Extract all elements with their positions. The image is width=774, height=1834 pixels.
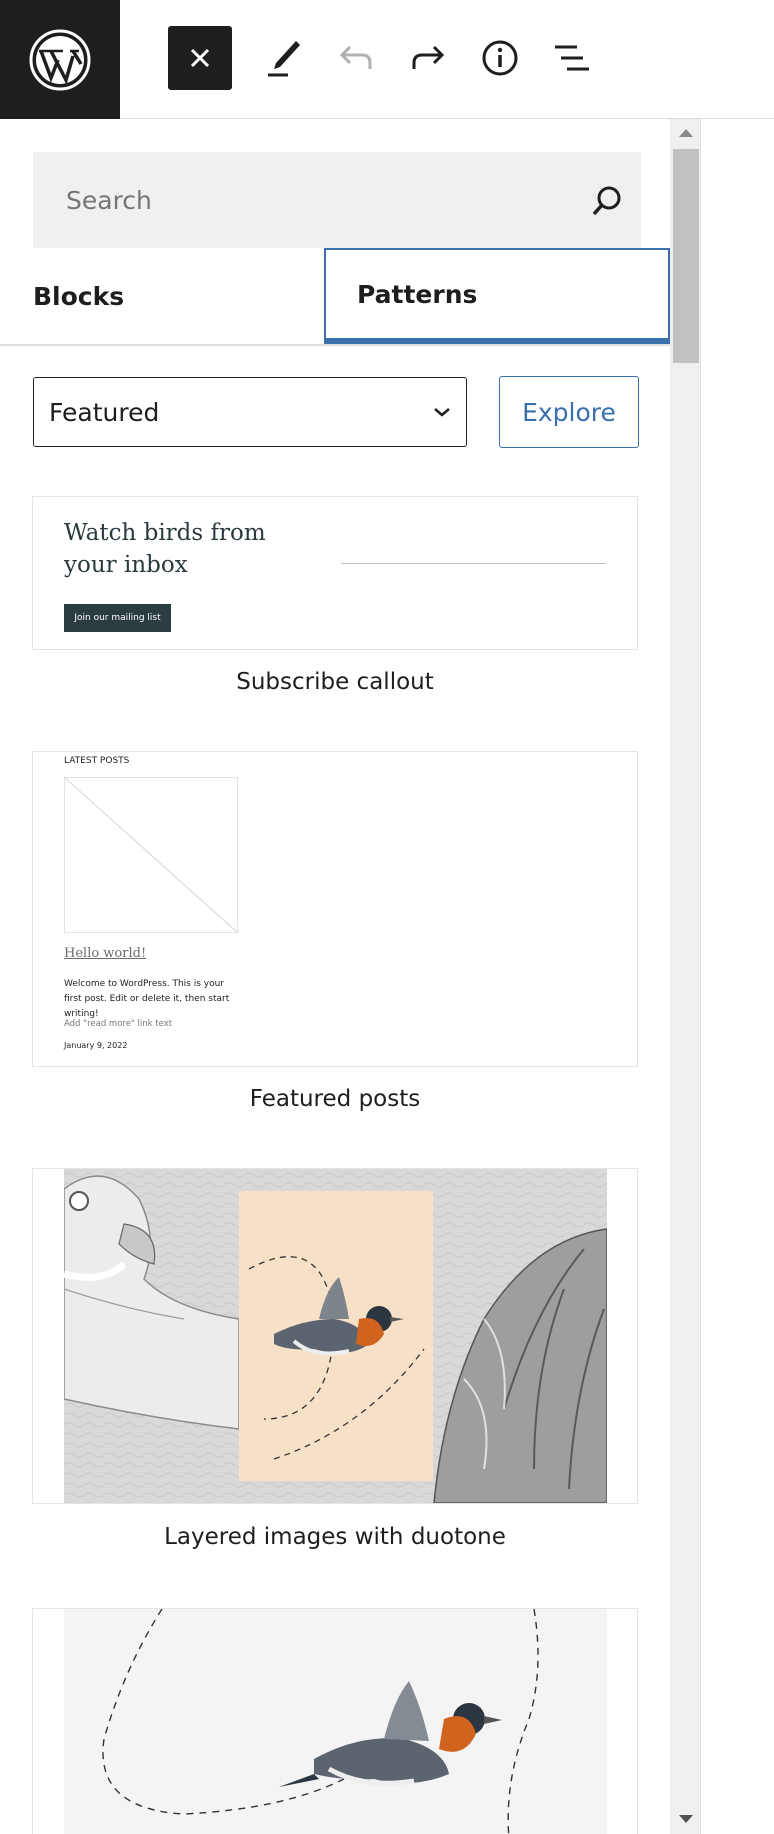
preview-separator xyxy=(341,563,606,564)
list-view-button[interactable] xyxy=(540,26,604,90)
pattern-label: Layered images with duotone xyxy=(164,1524,506,1550)
pattern-preview-subscribe-callout[interactable]: Watch birds from your inbox Join our mai… xyxy=(32,496,638,650)
block-inserter-panel: Blocks Patterns Featured Explore Watch b… xyxy=(0,119,670,1834)
inserter-tabs: Blocks Patterns xyxy=(0,248,670,346)
close-icon xyxy=(190,48,210,68)
preview-heading: Watch birds from your inbox xyxy=(64,520,266,578)
wordpress-logo-svg xyxy=(29,29,91,90)
pencil-icon xyxy=(268,41,300,77)
explore-button[interactable]: Explore xyxy=(499,376,639,448)
editor-toolbar xyxy=(0,0,774,119)
search-field xyxy=(33,152,641,248)
undo-button[interactable] xyxy=(324,26,388,90)
details-button[interactable] xyxy=(468,26,532,90)
chevron-down-icon xyxy=(434,408,450,417)
preview-post-excerpt: Welcome to WordPress. This is your first… xyxy=(64,979,230,1019)
preview-latest-posts-heading: LATEST POSTS xyxy=(64,756,130,766)
close-inserter-button[interactable] xyxy=(168,26,232,90)
scroll-up-arrow-icon[interactable] xyxy=(679,129,693,137)
search-input[interactable] xyxy=(33,152,553,248)
wordpress-logo-icon[interactable] xyxy=(0,0,120,119)
tab-blocks[interactable]: Blocks xyxy=(33,248,124,344)
tab-patterns[interactable]: Patterns xyxy=(324,248,670,344)
redo-icon xyxy=(412,45,445,69)
duotone-birds-image xyxy=(64,1169,607,1503)
scrollbar-thumb[interactable] xyxy=(673,149,699,363)
scroll-down-arrow-icon[interactable] xyxy=(679,1815,693,1823)
preview-post-title: Hello world! xyxy=(64,946,147,961)
undo-icon xyxy=(339,45,372,69)
preview-mailing-list-button: Join our mailing list xyxy=(64,604,171,632)
pattern-label: Featured posts xyxy=(249,1086,421,1112)
list-view-icon xyxy=(555,45,589,71)
pattern-label: Subscribe callout xyxy=(236,669,434,695)
preview-post-date: January 9, 2022 xyxy=(64,1041,128,1050)
bird-illustration-image xyxy=(64,1609,607,1834)
image-placeholder-icon xyxy=(64,777,238,933)
redo-button[interactable] xyxy=(396,26,460,90)
editor-canvas-divider xyxy=(700,119,701,1834)
pattern-category-select[interactable]: Featured xyxy=(33,377,467,447)
tools-button[interactable] xyxy=(252,26,316,90)
category-select-value: Featured xyxy=(49,397,160,427)
search-icon[interactable] xyxy=(589,183,625,219)
pattern-preview-featured-posts[interactable]: LATEST POSTS Hello world! Welcome to Wor… xyxy=(32,751,638,1067)
pattern-preview-layered-images[interactable] xyxy=(32,1168,638,1504)
pattern-preview-bird-illustration[interactable] xyxy=(32,1608,638,1834)
preview-read-more: Add "read more" link text xyxy=(64,1019,173,1029)
info-icon xyxy=(482,40,518,76)
panel-scrollbar[interactable] xyxy=(670,119,700,1834)
